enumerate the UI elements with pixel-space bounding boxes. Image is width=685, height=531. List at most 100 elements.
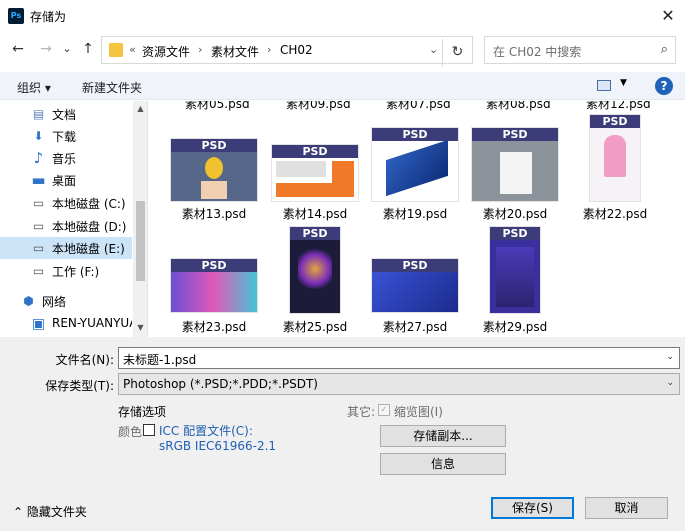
psd-badge: PSD — [590, 115, 640, 128]
organize-menu[interactable]: 组织 ▾ — [17, 79, 51, 96]
view-mode-icon[interactable] — [597, 80, 611, 91]
breadcrumb-item[interactable]: 素材文件 — [211, 43, 259, 60]
address-dropdown-icon[interactable]: ⌄ — [429, 43, 438, 56]
filename-field[interactable]: 未标题-1.psd ⌄ — [118, 347, 680, 369]
file-name[interactable]: 素材25.psd — [272, 318, 358, 335]
file-grid: 素材05.psd 素材09.psd 素材07.psd 素材08.psd 素材12… — [149, 101, 685, 337]
other-label: 其它: — [347, 405, 376, 419]
desktop-icon: ▬ — [31, 171, 46, 189]
sidebar-item-downloads[interactable]: ⬇ 下载 — [0, 125, 132, 147]
search-icon[interactable]: ⌕ — [661, 42, 668, 57]
psd-badge: PSD — [171, 139, 257, 152]
file-thumbnail[interactable]: PSD — [490, 227, 540, 313]
file-thumbnail[interactable]: PSD — [272, 145, 358, 201]
file-thumbnail[interactable]: PSD — [372, 128, 458, 201]
up-folder-icon[interactable]: ↑ — [78, 38, 98, 60]
save-type-value[interactable]: Photoshop (*.PSD;*.PDD;*.PSDT) — [123, 377, 318, 391]
info-button[interactable]: 信息 — [380, 453, 506, 475]
file-thumbnail[interactable]: PSD — [171, 259, 257, 312]
save-options-panel: 文件名(N): 未标题-1.psd ⌄ 保存类型(T): Photoshop (… — [0, 337, 685, 531]
save-options-heading: 存储选项 — [118, 405, 167, 419]
new-folder-button[interactable]: 新建文件夹 — [82, 79, 142, 96]
dialog-title: 存储为 — [30, 10, 67, 24]
hide-folders-toggle[interactable]: ⌃ 隐藏文件夹 — [13, 503, 87, 520]
sidebar-scrollbar[interactable]: ▲ ▼ — [133, 101, 147, 337]
address-bar[interactable]: « 资源文件 › 素材文件 › CH02 ⌄ ↻ — [101, 36, 473, 67]
scroll-up-arrow-icon[interactable]: ▲ — [135, 104, 146, 113]
sidebar-item-documents[interactable]: ▤ 文档 — [0, 103, 132, 125]
breadcrumb-overflow-icon[interactable]: « — [129, 43, 136, 56]
sidebar-item-network[interactable]: ⬢ 网络 — [0, 290, 122, 312]
breadcrumb-separator-icon[interactable]: › — [267, 43, 271, 56]
file-name[interactable]: 素材14.psd — [272, 205, 358, 222]
network-icon: ⬢ — [23, 294, 34, 308]
scrollbar-thumb[interactable] — [136, 201, 145, 281]
filename-value[interactable]: 未标题-1.psd — [123, 351, 196, 368]
save-copy-button[interactable]: 存储副本... — [380, 425, 506, 447]
file-thumbnail[interactable]: PSD — [372, 259, 458, 312]
sidebar-item-drive-f[interactable]: ▭ 工作 (F:) — [0, 260, 132, 282]
file-name[interactable]: 素材05.psd — [185, 101, 250, 112]
thumbnail-checkbox[interactable]: ✓ — [378, 404, 390, 416]
chevron-down-icon[interactable]: ⌄ — [666, 378, 674, 388]
color-label: 颜色: — [118, 425, 147, 439]
search-input[interactable]: 在 CH02 中搜索 — [493, 43, 581, 60]
sidebar-item-label: 下载 — [52, 130, 77, 144]
sidebar-item-label: 本地磁盘 (D:) — [52, 220, 127, 234]
file-name[interactable]: 素材27.psd — [372, 318, 458, 335]
sidebar-item-computer[interactable]: ▣ REN-YUANYUAN — [0, 313, 132, 335]
save-type-label: 保存类型(T): — [45, 379, 114, 393]
scroll-down-arrow-icon[interactable]: ▼ — [135, 323, 146, 332]
navigation-pane: ▤ 文档 ⬇ 下载 ♪ 音乐 ▬ 桌面 ▭ 本地磁盘 (C:) ▭ 本地磁盘 (… — [0, 101, 148, 337]
sidebar-item-drive-d[interactable]: ▭ 本地磁盘 (D:) — [0, 215, 132, 237]
psd-badge: PSD — [490, 227, 540, 240]
sidebar-item-drive-c[interactable]: ▭ 本地磁盘 (C:) — [0, 192, 132, 214]
save-button[interactable]: 保存(S) — [491, 497, 574, 519]
drive-icon: ▭ — [32, 264, 45, 278]
search-box[interactable]: 在 CH02 中搜索 ⌕ — [484, 36, 676, 64]
icc-profile-checkbox[interactable] — [143, 424, 155, 436]
file-name[interactable]: 素材23.psd — [171, 318, 257, 335]
sidebar-item-label: 工作 (F:) — [52, 265, 100, 279]
file-name[interactable]: 素材13.psd — [171, 205, 257, 222]
sidebar-item-label: 桌面 — [52, 174, 77, 188]
refresh-icon[interactable]: ↻ — [442, 39, 472, 67]
psd-badge: PSD — [472, 128, 558, 141]
folder-icon — [109, 43, 123, 57]
back-arrow-icon[interactable]: ← — [8, 38, 28, 60]
computer-icon: ▣ — [31, 316, 46, 332]
file-thumbnail[interactable]: PSD — [590, 115, 640, 201]
file-name[interactable]: 素材09.psd — [286, 101, 351, 112]
close-icon[interactable]: ✕ — [656, 4, 680, 28]
save-type-select[interactable]: Photoshop (*.PSD;*.PDD;*.PSDT) ⌄ — [118, 373, 680, 395]
breadcrumb-separator-icon[interactable]: › — [198, 43, 202, 56]
file-name[interactable]: 素材07.psd — [386, 101, 451, 112]
file-name[interactable]: 素材22.psd — [572, 205, 658, 222]
sidebar-item-music[interactable]: ♪ 音乐 — [0, 147, 132, 169]
file-thumbnail[interactable]: PSD — [171, 139, 257, 201]
cancel-button[interactable]: 取消 — [585, 497, 668, 519]
help-icon[interactable]: ? — [655, 77, 673, 95]
file-thumbnail[interactable]: PSD — [472, 128, 558, 201]
file-name[interactable]: 素材20.psd — [472, 205, 558, 222]
recent-locations-icon[interactable]: ⌄ — [60, 38, 74, 60]
breadcrumb-item[interactable]: 资源文件 — [142, 43, 190, 60]
forward-arrow-icon[interactable]: → — [36, 38, 56, 60]
file-name[interactable]: 素材08.psd — [486, 101, 551, 112]
navigation-bar: ← → ⌄ ↑ « 资源文件 › 素材文件 › CH02 ⌄ ↻ 在 CH02 … — [0, 34, 685, 67]
file-name[interactable]: 素材29.psd — [472, 318, 558, 335]
sidebar-item-label: 本地磁盘 (C:) — [52, 197, 126, 211]
filename-label: 文件名(N): — [55, 353, 114, 367]
command-bar: 组织 ▾ 新建文件夹 ▼ ? — [0, 72, 685, 100]
breadcrumb-item[interactable]: CH02 — [280, 43, 313, 57]
sidebar-item-drive-e[interactable]: ▭ 本地磁盘 (E:) — [0, 237, 132, 259]
psd-badge: PSD — [272, 145, 358, 158]
view-mode-dropdown-icon[interactable]: ▼ — [620, 78, 627, 88]
document-icon: ▤ — [32, 107, 45, 121]
file-name[interactable]: 素材12.psd — [586, 101, 651, 112]
file-thumbnail[interactable]: PSD — [290, 227, 340, 313]
icc-profile-label[interactable]: ICC 配置文件(C): — [159, 422, 253, 439]
sidebar-item-desktop[interactable]: ▬ 桌面 — [0, 169, 132, 191]
chevron-down-icon[interactable]: ⌄ — [666, 352, 674, 362]
file-name[interactable]: 素材19.psd — [372, 205, 458, 222]
